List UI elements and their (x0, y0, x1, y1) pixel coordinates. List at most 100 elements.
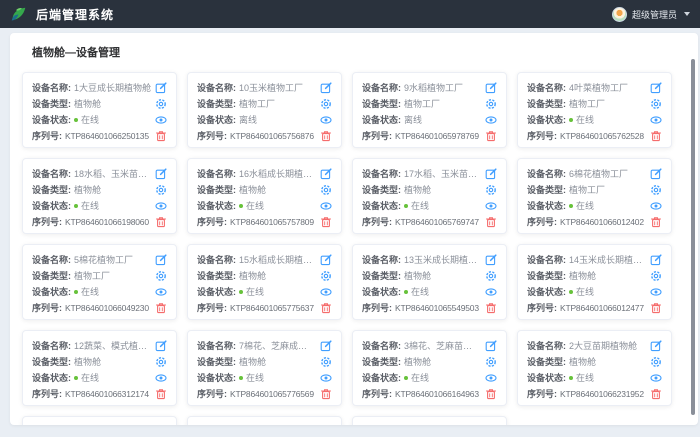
gear-icon[interactable] (155, 184, 167, 196)
gear-icon[interactable] (650, 184, 662, 196)
device-serial-row: 序列号: KTP864601066231952 (527, 386, 662, 401)
device-card: 设备名称: 13玉米成长期植物舱A 设备类型: 植物舱 设备状态: 在线 (352, 244, 507, 320)
eye-icon[interactable] (155, 200, 167, 212)
device-name-label: 设备名称: (32, 81, 71, 94)
eye-icon[interactable] (650, 372, 662, 384)
gear-icon[interactable] (485, 98, 497, 110)
eye-icon[interactable] (155, 372, 167, 384)
eye-icon[interactable] (320, 200, 332, 212)
trash-icon[interactable] (650, 388, 662, 400)
device-status-value: 离线 (404, 113, 481, 126)
gear-icon[interactable] (155, 270, 167, 282)
device-serial-row: 序列号: KTP864601066012402 (527, 214, 662, 229)
edit-icon[interactable] (320, 82, 332, 94)
device-name-row: 设备名称: 18水稻、玉米苗期植… (32, 166, 167, 181)
trash-icon[interactable] (155, 216, 167, 228)
eye-icon[interactable] (320, 114, 332, 126)
trash-icon[interactable] (650, 130, 662, 142)
gear-icon[interactable] (485, 184, 497, 196)
eye-icon[interactable] (650, 114, 662, 126)
device-status-row: 设备状态: 在线 (527, 370, 662, 385)
device-status-label: 设备状态: (362, 371, 401, 384)
device-card: 设备名称: 12蔬菜、模式植物植… 设备类型: 植物舱 设备状态: 在线 (22, 330, 177, 406)
gear-icon[interactable] (320, 270, 332, 282)
device-serial-row: 序列号: KTP864601066250135 (32, 128, 167, 143)
trash-icon[interactable] (155, 130, 167, 142)
device-name-row: 设备名称: 16水稻成长期植物舱B (197, 166, 332, 181)
eye-icon[interactable] (155, 114, 167, 126)
trash-icon[interactable] (320, 302, 332, 314)
gear-icon[interactable] (650, 270, 662, 282)
edit-icon[interactable] (650, 254, 662, 266)
eye-icon[interactable] (650, 200, 662, 212)
edit-icon[interactable] (320, 254, 332, 266)
trash-icon[interactable] (155, 302, 167, 314)
device-name-value: 3棉花、芝麻苗期植物舱 (404, 339, 481, 352)
eye-icon[interactable] (485, 372, 497, 384)
device-serial-value: KTP864601065775637 (230, 303, 316, 313)
edit-icon[interactable] (155, 340, 167, 352)
trash-icon[interactable] (485, 216, 497, 228)
edit-icon[interactable] (320, 168, 332, 180)
eye-icon[interactable] (320, 372, 332, 384)
device-serial-label: 序列号: (197, 215, 227, 228)
gear-icon[interactable] (320, 184, 332, 196)
device-serial-label: 序列号: (362, 215, 392, 228)
edit-icon[interactable] (485, 340, 497, 352)
edit-icon[interactable] (485, 82, 497, 94)
eye-icon[interactable] (320, 286, 332, 298)
edit-icon[interactable] (155, 82, 167, 94)
vertical-scrollbar[interactable] (691, 59, 695, 415)
edit-icon[interactable] (650, 340, 662, 352)
gear-icon[interactable] (320, 356, 332, 368)
eye-icon[interactable] (650, 286, 662, 298)
edit-icon[interactable] (650, 168, 662, 180)
device-name-value: 14玉米成长期植物舱B (569, 253, 646, 266)
gear-icon[interactable] (485, 270, 497, 282)
edit-icon[interactable] (155, 254, 167, 266)
device-type-label: 设备类型: (197, 97, 236, 110)
edit-icon[interactable] (485, 254, 497, 266)
trash-icon[interactable] (485, 302, 497, 314)
device-name-value: 16水稻成长期植物舱B (239, 167, 316, 180)
gear-icon[interactable] (320, 98, 332, 110)
device-card: 设备名称: 7棉花、芝麻成长期植… 设备类型: 植物舱 设备状态: 在线 (187, 330, 342, 406)
device-name-value: 15水稻成长期植物舱A (239, 253, 316, 266)
edit-icon[interactable] (650, 82, 662, 94)
edit-icon[interactable] (155, 168, 167, 180)
eye-icon[interactable] (485, 114, 497, 126)
trash-icon[interactable] (650, 302, 662, 314)
trash-icon[interactable] (155, 388, 167, 400)
device-serial-label: 序列号: (32, 301, 62, 314)
device-type-label: 设备类型: (527, 183, 566, 196)
device-type-row: 设备类型: 植物工厂 (32, 268, 167, 283)
trash-icon[interactable] (320, 130, 332, 142)
online-dot (569, 204, 573, 208)
device-card: 设备名称: 15水稻成长期植物舱A 设备类型: 植物舱 设备状态: 在线 (187, 244, 342, 320)
device-serial-label: 序列号: (527, 129, 557, 142)
gear-icon[interactable] (650, 356, 662, 368)
edit-icon[interactable] (485, 168, 497, 180)
edit-icon[interactable] (320, 340, 332, 352)
device-name-label: 设备名称: (32, 167, 71, 180)
user-avatar[interactable] (612, 7, 627, 22)
trash-icon[interactable] (485, 388, 497, 400)
device-status-label: 设备状态: (32, 371, 71, 384)
device-status-row: 设备状态: 在线 (32, 112, 167, 127)
device-status-label: 设备状态: (527, 199, 566, 212)
eye-icon[interactable] (485, 286, 497, 298)
user-menu[interactable]: 超级管理员 (612, 7, 690, 22)
trash-icon[interactable] (320, 216, 332, 228)
gear-icon[interactable] (650, 98, 662, 110)
eye-icon[interactable] (485, 200, 497, 212)
device-name-row: 设备名称: 14玉米成长期植物舱B (527, 252, 662, 267)
gear-icon[interactable] (155, 356, 167, 368)
trash-icon[interactable] (320, 388, 332, 400)
gear-icon[interactable] (485, 356, 497, 368)
online-dot (74, 290, 78, 294)
leaf-logo-icon (10, 6, 27, 23)
eye-icon[interactable] (155, 286, 167, 298)
trash-icon[interactable] (650, 216, 662, 228)
gear-icon[interactable] (155, 98, 167, 110)
trash-icon[interactable] (485, 130, 497, 142)
